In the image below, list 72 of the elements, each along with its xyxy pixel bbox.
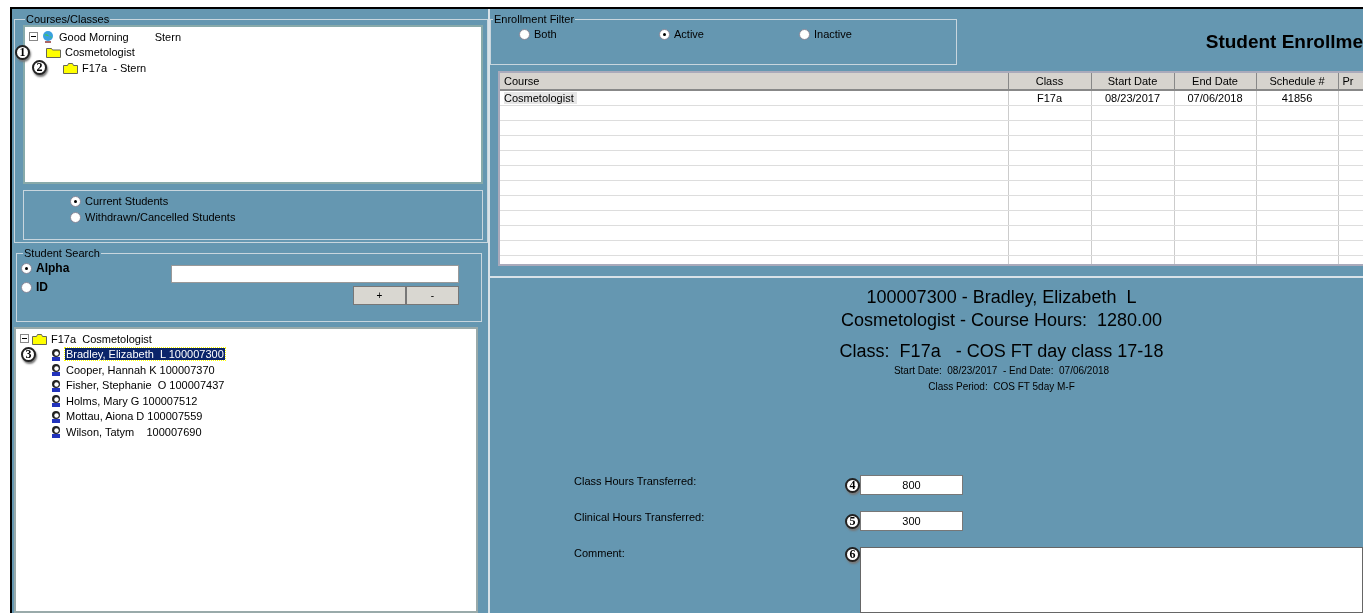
table-cell: 41856: [1281, 91, 1313, 104]
globe-icon: [41, 29, 55, 44]
field-label: Class Hours Transferred:: [574, 475, 698, 487]
class-dates: Start Date: 08/23/2017 - End Date: 07/06/2018: [893, 364, 1110, 378]
radio-button[interactable]: [70, 211, 81, 223]
radio-button[interactable]: [799, 28, 810, 40]
field-label: Comment:: [574, 547, 626, 559]
column-header[interactable]: Course: [500, 72, 1008, 90]
folder-icon: [32, 332, 47, 345]
radio-label: ID: [36, 280, 48, 294]
group-title: Courses/Classes: [25, 13, 111, 25]
student-item[interactable]: Wilson, Tatym 100007690: [65, 425, 203, 438]
tree-item[interactable]: F17a - Stern: [81, 61, 148, 74]
radio-label: Inactive: [814, 28, 852, 40]
callout-badge: 6: [845, 547, 860, 562]
radio-label: Withdrawn/Cancelled Students: [85, 211, 236, 223]
table-cell: Cosmetologist: [504, 91, 577, 104]
radio-button[interactable]: [659, 28, 670, 40]
student-item[interactable]: Holms, Mary G 100007512: [65, 394, 199, 407]
class-period: Class Period: COS FT 5day M-F: [928, 380, 1075, 394]
callout-badge: 1: [15, 44, 30, 60]
group-title: Enrollment Filter: [493, 13, 576, 25]
table-cell: F17a: [1036, 91, 1063, 104]
radio-button[interactable]: [519, 28, 530, 40]
column-header[interactable]: Class: [1008, 72, 1091, 90]
search-button[interactable]: +: [353, 286, 406, 305]
field-label: Clinical Hours Transferred:: [574, 511, 706, 523]
folder-icon: [46, 46, 61, 59]
class-info: Class: F17a - COS FT day class 17-18: [839, 340, 1164, 363]
group-title: Student Search: [23, 247, 101, 259]
callout-badge: 3: [21, 346, 36, 362]
folder-icon: [63, 61, 78, 74]
column-header[interactable]: Pr: [1338, 72, 1363, 90]
person-icon: [50, 363, 62, 377]
student-item[interactable]: Fisher, Stephanie O 100007437: [65, 379, 226, 392]
person-icon: [50, 347, 62, 361]
radio-label: Active: [674, 28, 704, 40]
search-button[interactable]: -: [406, 286, 459, 305]
collapse-icon[interactable]: [29, 32, 38, 42]
person-icon: [50, 378, 62, 392]
tree-item[interactable]: Good Morning: [58, 30, 130, 43]
tree-item-owner: Stern: [154, 30, 181, 43]
column-header[interactable]: Schedule #: [1256, 72, 1338, 90]
radio-button[interactable]: [70, 195, 81, 207]
student-name: 100007300 - Bradley, Elizabeth L: [866, 286, 1137, 309]
callout-badge: 5: [845, 513, 860, 529]
radio-label: Alpha: [36, 261, 70, 275]
course-hours: Cosmetologist - Course Hours: 1280.00: [840, 309, 1163, 332]
student-item[interactable]: Bradley, Elizabeth L 100007300: [65, 348, 225, 361]
tree-item[interactable]: Cosmetologist: [64, 46, 136, 59]
collapse-icon[interactable]: [20, 334, 29, 344]
callout-badge: 4: [845, 477, 860, 493]
radio-button[interactable]: [21, 262, 32, 274]
radio-button[interactable]: [21, 281, 32, 293]
table-cell: 08/23/2017: [1104, 91, 1161, 104]
student-item[interactable]: Cooper, Hannah K 100007370: [65, 363, 216, 376]
hours-field[interactable]: 300: [860, 511, 963, 531]
column-header[interactable]: End Date: [1174, 72, 1256, 90]
person-icon: [50, 425, 62, 439]
search-field[interactable]: [171, 265, 459, 283]
callout-badge: 2: [32, 60, 47, 76]
page-title: Student Enrollme: [1204, 30, 1363, 54]
comment-field[interactable]: [860, 547, 1363, 613]
person-icon: [50, 409, 62, 423]
hours-field[interactable]: 800: [860, 475, 963, 495]
person-icon: [50, 394, 62, 408]
table-cell: 07/06/2018: [1187, 91, 1243, 104]
radio-label: Current Students: [85, 195, 169, 207]
student-item[interactable]: F17a Cosmetologist: [50, 332, 153, 345]
column-header[interactable]: Start Date: [1091, 72, 1174, 90]
student-item[interactable]: Mottau, Aiona D 100007559: [65, 410, 204, 423]
radio-label: Both: [534, 28, 557, 40]
